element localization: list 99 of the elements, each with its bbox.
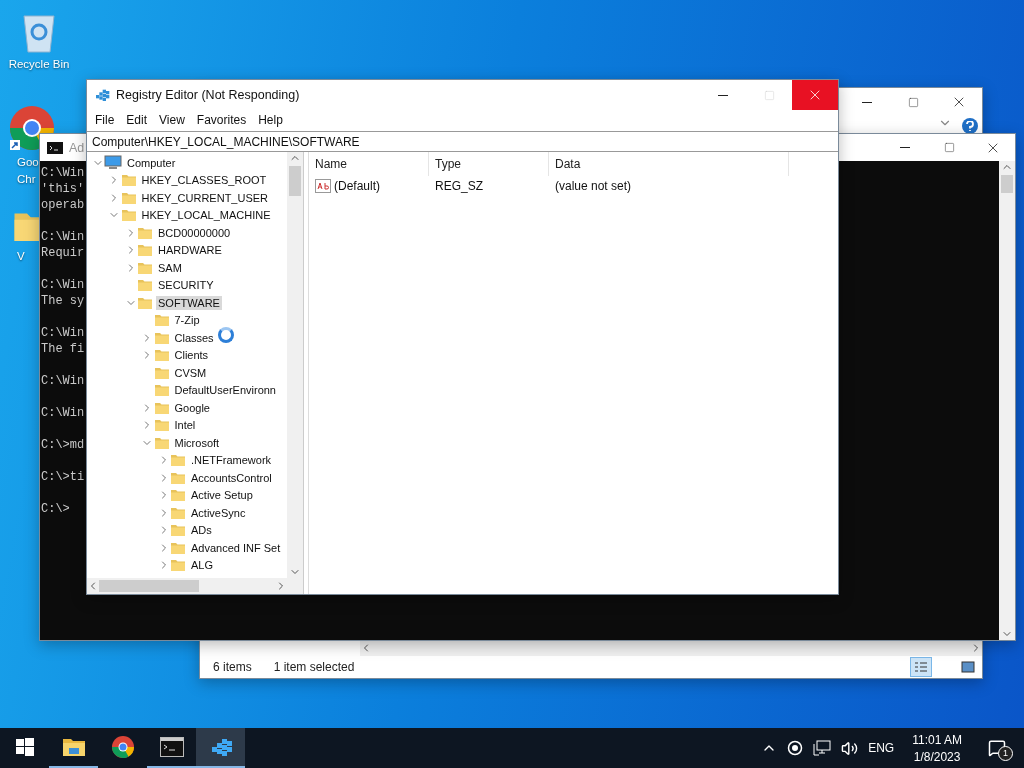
tree-item[interactable]: Classes (172, 330, 216, 345)
tree-item[interactable]: AccountsControl (189, 470, 274, 485)
menu-item[interactable]: Favorites (190, 110, 253, 130)
large-icons-icon (961, 661, 975, 673)
minimize-icon (718, 94, 728, 96)
tree-item[interactable]: Microsoft (172, 435, 222, 450)
terminal-icon (159, 737, 184, 757)
tree-item[interactable]: Computer (125, 155, 178, 170)
folder-icon (120, 207, 137, 224)
language-indicator[interactable]: ENG (868, 741, 895, 755)
registry-cubes-icon (94, 87, 110, 103)
tree-item[interactable]: ActiveSync (189, 505, 248, 520)
folder-icon (153, 347, 170, 364)
network-icon[interactable] (813, 740, 832, 756)
column-header[interactable]: Data (549, 152, 789, 176)
windows-logo-icon (15, 738, 34, 756)
clock-time[interactable]: 11:01 AM (912, 732, 962, 747)
close-button[interactable] (792, 80, 838, 110)
console-line: C:\> (41, 501, 70, 517)
console-line: C:\>ti (41, 469, 85, 485)
folder-icon (137, 277, 153, 294)
tree-item[interactable]: Google (172, 400, 212, 415)
tree-item[interactable]: HARDWARE (156, 243, 224, 258)
menu-item[interactable]: View (153, 110, 191, 130)
tree-item[interactable]: HKEY_CURRENT_USER (139, 190, 271, 205)
window-title: Ad (69, 140, 85, 155)
folder-icon (61, 737, 86, 757)
tree-item[interactable]: 7-Zip (172, 313, 202, 328)
value-name[interactable]: (Default) (334, 179, 380, 193)
tree-item[interactable]: DefaultUserEnvironn (172, 383, 278, 398)
notification-count-badge: 1 (998, 746, 1013, 761)
busy-cursor-icon (218, 327, 234, 343)
minimize-icon (900, 147, 910, 148)
folder-icon (170, 557, 186, 574)
scrollbar-thumb[interactable] (289, 166, 301, 196)
tree-item[interactable]: CVSM (172, 365, 209, 380)
console-line: The fi (41, 341, 85, 357)
value-type: REG_SZ (435, 179, 483, 193)
folder-icon (170, 452, 186, 469)
chrome-icon (110, 735, 135, 759)
console-line: The sy (41, 293, 85, 309)
help-icon[interactable] (962, 118, 978, 134)
console-line: C:\Win (41, 165, 85, 181)
minimize-icon (862, 101, 872, 103)
tree-item[interactable]: ADs (189, 523, 214, 538)
menu-item[interactable]: Help (252, 110, 289, 130)
maximize-icon (907, 96, 919, 108)
folder-icon (153, 417, 170, 434)
string-value-icon (315, 179, 331, 193)
console-line: C:\Win (41, 325, 85, 341)
terminal-icon (47, 141, 63, 154)
tree-item[interactable]: .NETFramework (189, 453, 274, 468)
tree-item[interactable]: SAM (156, 260, 184, 275)
notifications-button[interactable]: 1 (980, 728, 1014, 768)
item-count-text: 6 items (213, 660, 252, 674)
taskbar-app-button[interactable] (196, 728, 245, 768)
scrollbar-thumb[interactable] (99, 580, 199, 592)
menu-item[interactable]: Edit (120, 110, 154, 130)
tree-item[interactable]: SOFTWARE (156, 295, 222, 310)
tree-item[interactable]: HKEY_LOCAL_MACHINE (139, 208, 273, 223)
scrollbar-thumb[interactable] (1001, 175, 1013, 193)
details-view-button[interactable] (910, 657, 932, 677)
maximize-icon (943, 142, 955, 153)
selection-count-text: 1 item selected (273, 660, 355, 674)
maximize-icon (763, 89, 775, 101)
window-title: Registry Editor (Not Responding) (116, 88, 300, 102)
details-list-icon (914, 661, 928, 673)
column-header[interactable]: Type (429, 152, 549, 176)
folder-icon (170, 522, 186, 539)
address-field[interactable]: Computer\HKEY_LOCAL_MACHINE\SOFTWARE (87, 131, 838, 152)
console-line: C:\Win (41, 277, 85, 293)
tree-item[interactable]: HKEY_CLASSES_ROOT (139, 173, 269, 188)
console-line: C:\Win (41, 405, 85, 421)
message-icon (988, 739, 1006, 757)
record-icon[interactable] (787, 740, 804, 756)
folder-icon (137, 242, 153, 259)
column-header[interactable]: Name (309, 152, 429, 176)
console-line: 'this' (41, 181, 85, 197)
clock-date[interactable]: 1/8/2023 (913, 749, 961, 764)
console-line: C:\Win (41, 373, 85, 389)
tree-item[interactable]: Clients (172, 348, 211, 363)
folder-icon (153, 382, 170, 399)
value-data: (value not set) (555, 179, 632, 193)
console-line: C:\>md (41, 437, 85, 453)
volume-icon[interactable] (841, 739, 859, 757)
console-line: operab (41, 197, 85, 213)
tree-item[interactable]: SECURITY (156, 278, 216, 293)
tree-item[interactable]: Advanced INF Set (189, 540, 283, 555)
tree-item[interactable]: ALG (189, 558, 215, 573)
folder-icon (170, 487, 186, 504)
folder-icon (120, 172, 137, 189)
computer-icon (104, 154, 122, 171)
folder-icon (153, 312, 170, 329)
tree-item[interactable]: Active Setup (189, 488, 255, 503)
console-line: Requir (41, 245, 85, 261)
tree-item[interactable]: Intel (172, 418, 198, 433)
menu-item[interactable]: File (89, 110, 121, 130)
console-line: C:\Win (41, 229, 85, 245)
tree-item[interactable]: BCD00000000 (156, 225, 233, 240)
